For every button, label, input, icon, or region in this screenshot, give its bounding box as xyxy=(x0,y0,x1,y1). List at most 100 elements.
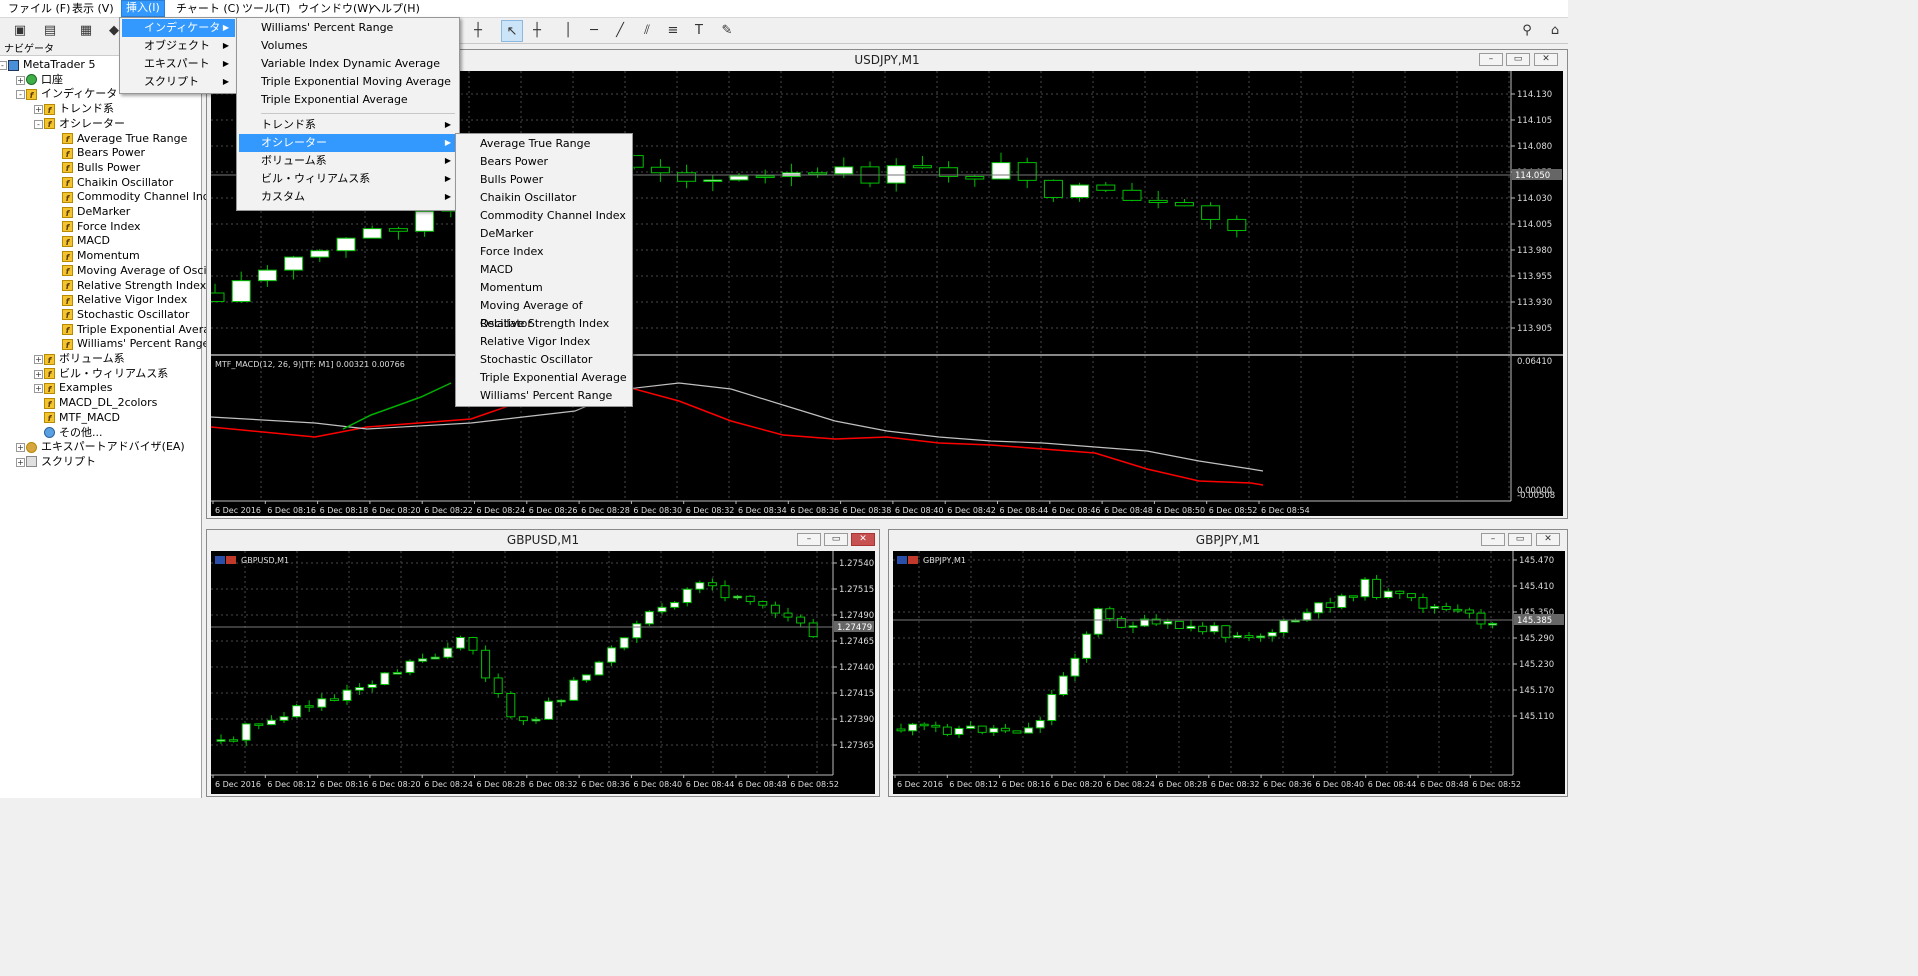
vertical-line-icon[interactable]: │ xyxy=(558,20,578,40)
nav-oscillator-item[interactable]: f Force Index xyxy=(62,219,141,234)
nav-account[interactable]: + 口座 xyxy=(16,72,63,87)
expand-icon[interactable]: + xyxy=(34,369,43,379)
trendline-icon[interactable]: ╱ xyxy=(610,20,630,40)
nav-expert-advisors[interactable]: + エキスパートアドバイザ(EA) xyxy=(16,439,185,454)
menu-file[interactable]: ファイル (F) xyxy=(4,2,74,16)
new-chart-icon[interactable]: ▣ xyxy=(10,20,30,40)
nav-oscillators[interactable]: - f オシレーター xyxy=(34,116,125,131)
menu-view[interactable]: 表示 (V) xyxy=(68,2,118,16)
nav-indicators[interactable]: - f インディケータ xyxy=(16,86,117,101)
collapse-icon[interactable]: - xyxy=(16,90,25,100)
menu-item-oscillator[interactable]: Bears Power xyxy=(458,153,630,171)
expand-icon[interactable]: + xyxy=(16,457,25,467)
crosshair-icon[interactable]: ┼ xyxy=(527,20,547,40)
menu-item-oscillator[interactable]: Force Index xyxy=(458,243,630,261)
nav-examples[interactable]: + f Examples xyxy=(34,380,112,395)
menu-item-oscillator[interactable]: Momentum xyxy=(458,279,630,297)
community-icon[interactable]: ⌂ xyxy=(1545,20,1565,40)
minimize-button[interactable]: – xyxy=(1481,533,1505,546)
menu-item-oscillator[interactable]: Triple Exponential Average xyxy=(458,369,630,387)
menu-item-vidya[interactable]: Variable Index Dynamic Average xyxy=(239,55,457,73)
nav-volumes[interactable]: + f ボリューム系 xyxy=(34,351,125,366)
nav-macd-dl[interactable]: f MACD_DL_2colors xyxy=(44,395,157,410)
nav-oscillator-item[interactable]: f Bears Power xyxy=(62,145,145,160)
menu-item-oscillator[interactable]: Relative Vigor Index xyxy=(458,333,630,351)
text-icon[interactable]: T xyxy=(689,20,709,40)
nav-oscillator-item[interactable]: f DeMarker xyxy=(62,204,130,219)
menu-item-oscillator[interactable]: Commodity Channel Index xyxy=(458,207,630,225)
nav-oscillator-item[interactable]: f Bulls Power xyxy=(62,160,140,175)
minimize-button[interactable]: – xyxy=(797,533,821,546)
expand-icon[interactable]: + xyxy=(16,75,25,85)
menu-item-custom[interactable]: カスタム ▶ xyxy=(239,188,457,206)
nav-oscillator-item[interactable]: f Triple Exponential Averag xyxy=(62,322,217,337)
nav-oscillator-item[interactable]: f Stochastic Oscillator xyxy=(62,307,189,322)
menu-item-oscillator[interactable]: Stochastic Oscillator xyxy=(458,351,630,369)
templates-icon[interactable]: ▦ xyxy=(76,20,96,40)
chart-gbpusd[interactable]: 1.27540 1.27515 1.27490 1.27465 1.27440 1.274… xyxy=(211,551,875,794)
expand-icon[interactable]: + xyxy=(34,355,43,364)
nav-oscillator-item[interactable]: f MACD xyxy=(62,233,110,248)
chart-gbpjpy[interactable]: 145.470 145.410 145.350 145.290 145.230 145.1… xyxy=(893,551,1565,794)
menu-item-oscillator[interactable]: DeMarker xyxy=(458,225,630,243)
menu-item-volumes[interactable]: Volumes xyxy=(239,37,457,55)
collapse-icon[interactable]: - xyxy=(0,61,7,70)
search-icon[interactable]: ⚲ xyxy=(1517,20,1537,40)
nav-mtf-macd[interactable]: f MTF_MACD xyxy=(44,410,120,425)
menu-item-scripts[interactable]: スクリプト ▶ xyxy=(122,73,235,91)
nav-oscillator-item[interactable]: f Relative Strength Index xyxy=(62,278,206,293)
menu-item-oscillator[interactable]: Average True Range xyxy=(458,135,630,153)
nav-root[interactable]: - MetaTrader 5 xyxy=(0,57,95,72)
expand-icon[interactable]: + xyxy=(34,105,43,115)
maximize-button[interactable]: ▭ xyxy=(824,533,848,546)
menu-item-bill-williams[interactable]: ビル・ウィリアムス系 ▶ xyxy=(239,170,457,188)
crosshair-period-icon[interactable]: ┼ xyxy=(468,20,488,40)
nav-oscillator-item[interactable]: f Williams' Percent Range xyxy=(62,336,209,351)
fibonacci-icon[interactable]: ≡ xyxy=(663,20,683,40)
close-button[interactable]: ✕ xyxy=(1534,53,1558,66)
menu-item-oscillators[interactable]: オシレーター ▶ xyxy=(239,134,457,152)
collapse-icon[interactable]: - xyxy=(34,119,43,129)
menu-help[interactable]: ヘルプ(H) xyxy=(366,2,424,16)
menu-chart[interactable]: チャート (C) xyxy=(172,2,244,16)
nav-oscillator-item[interactable]: f Moving Average of Oscilla xyxy=(62,263,219,278)
menu-item-indicators[interactable]: インディケータ ▶ xyxy=(122,19,235,37)
gbpusd-chart-canvas[interactable]: 1.27540 1.27515 1.27490 1.27465 1.27440 1.274… xyxy=(211,551,875,794)
nav-bill-williams[interactable]: + f ビル・ウィリアムス系 xyxy=(34,366,168,381)
nav-oscillator-item[interactable]: f Average True Range xyxy=(62,131,187,146)
menu-item-oscillator[interactable]: Moving Average of Oscillator xyxy=(458,297,630,330)
menu-item-trix[interactable]: Triple Exponential Average xyxy=(239,91,457,109)
menu-item-tema[interactable]: Triple Exponential Moving Average xyxy=(239,73,457,91)
cursor-icon[interactable]: ↖ xyxy=(501,20,523,42)
expand-icon[interactable]: + xyxy=(34,384,43,394)
gbpjpy-chart-canvas[interactable]: 145.470145.410145.350145.290145.230145.1… xyxy=(893,551,1565,794)
close-button[interactable]: ✕ xyxy=(851,533,875,546)
menu-item-oscillator[interactable]: Williams' Percent Range xyxy=(458,387,630,405)
nav-oscillator-item[interactable]: f Chaikin Oscillator xyxy=(62,175,173,190)
close-button[interactable]: ✕ xyxy=(1536,533,1560,546)
menu-item-trend[interactable]: トレンド系 ▶ xyxy=(239,116,457,134)
menu-window[interactable]: ウインドウ(W) xyxy=(294,2,376,16)
maximize-button[interactable]: ▭ xyxy=(1506,53,1530,66)
menu-item-objects[interactable]: オブジェクト ▶ xyxy=(122,37,235,55)
menu-insert[interactable]: 挿入(I) xyxy=(121,0,165,17)
nav-oscillator-item[interactable]: f Relative Vigor Index xyxy=(62,292,187,307)
nav-oscillator-item[interactable]: f Commodity Channel Index xyxy=(62,189,223,204)
expand-icon[interactable]: + xyxy=(16,443,25,453)
arrows-icon[interactable]: ✎ xyxy=(717,20,737,40)
profiles-icon[interactable]: ▤ xyxy=(40,20,60,40)
nav-scripts[interactable]: + スクリプト xyxy=(16,454,96,469)
horizontal-line-icon[interactable]: ─ xyxy=(584,20,604,40)
maximize-button[interactable]: ▭ xyxy=(1508,533,1532,546)
menu-item-oscillator[interactable]: MACD xyxy=(458,261,630,279)
menu-item-volumes-group[interactable]: ボリューム系 ▶ xyxy=(239,152,457,170)
menu-item-williams-percent-range[interactable]: Williams' Percent Range xyxy=(239,19,457,37)
nav-trend[interactable]: + f トレンド系 xyxy=(34,101,114,116)
menu-item-oscillator[interactable]: Relative Strength Index xyxy=(458,315,630,333)
minimize-button[interactable]: – xyxy=(1479,53,1503,66)
menu-item-oscillator[interactable]: Bulls Power xyxy=(458,171,630,189)
menu-item-experts[interactable]: エキスパート ▶ xyxy=(122,55,235,73)
equidistant-channel-icon[interactable]: ⫽ xyxy=(637,20,657,40)
menu-tools[interactable]: ツール(T) xyxy=(238,2,294,16)
nav-more[interactable]: その他... xyxy=(44,425,103,440)
